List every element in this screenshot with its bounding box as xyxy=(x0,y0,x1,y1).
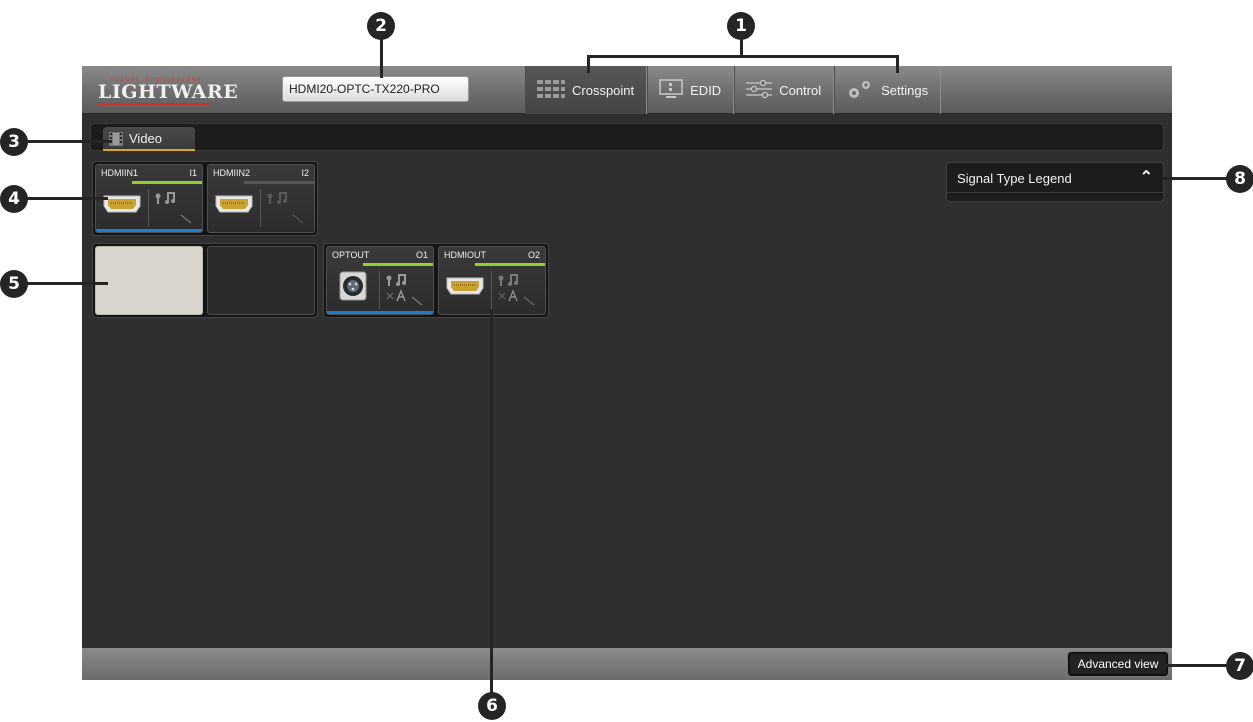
connected-indicator xyxy=(96,229,202,232)
input-port-hdmiin1[interactable]: HDMIIN1 I1 xyxy=(95,164,203,233)
signal-indicator xyxy=(363,263,433,266)
tab-control[interactable]: Control xyxy=(734,66,835,114)
tab-edid[interactable]: EDID xyxy=(647,66,735,114)
signal-indicator xyxy=(132,181,202,184)
port-id: I2 xyxy=(301,168,309,178)
connected-indicator xyxy=(327,311,433,314)
tab-control-label: Control xyxy=(779,82,822,98)
callout-7-marker: 7 xyxy=(1226,652,1253,680)
chevron-up-icon[interactable]: ⌃ xyxy=(1140,167,1153,187)
film-icon xyxy=(109,132,123,146)
logo-underline xyxy=(98,103,210,105)
port-id: O2 xyxy=(527,250,540,260)
gears-icon xyxy=(845,78,875,103)
signal-indicator xyxy=(475,263,545,266)
sliders-icon xyxy=(745,78,773,103)
main-nav: Crosspoint EDID Control Settings xyxy=(525,66,942,114)
port-divider xyxy=(379,271,380,309)
hdmi-connector-icon xyxy=(445,275,485,302)
callout-3-marker: 3 xyxy=(0,128,28,156)
callout-8-marker: 8 xyxy=(1226,165,1253,193)
legend-divider xyxy=(947,192,1163,193)
lightware-web-ui: visual engineering LIGHTWARE HDMI20-OPTC… xyxy=(82,66,1172,680)
legend-title: Signal Type Legend xyxy=(957,171,1072,186)
callout-4-marker: 4 xyxy=(0,185,28,213)
port-name: OPTOUT xyxy=(332,250,370,260)
output-port-hdmiout[interactable]: HDMIOUT O2 xyxy=(438,246,546,315)
port-id: O1 xyxy=(415,250,428,260)
empty-slot[interactable] xyxy=(207,246,315,315)
hdmi-connector-icon xyxy=(214,193,254,220)
empty-slot-selected[interactable] xyxy=(95,246,203,315)
device-name-label[interactable]: HDMI20-OPTC-TX220-PRO xyxy=(282,76,469,102)
port-divider xyxy=(491,271,492,309)
port-id: I1 xyxy=(189,168,197,178)
callout-5-line xyxy=(24,282,108,285)
port-divider xyxy=(148,189,149,227)
tab-crosspoint-label: Crosspoint xyxy=(572,82,635,98)
embedded-audio-icon xyxy=(154,189,194,230)
callout-6-stem xyxy=(490,310,493,694)
output-ports-group: OPTOUT O1 HDMIOUT O2 xyxy=(323,243,549,318)
callout-5-marker: 5 xyxy=(0,270,28,298)
port-name: HDMIIN1 xyxy=(101,168,139,178)
subtab-row: Video xyxy=(90,123,1164,151)
callout-8-line xyxy=(1162,177,1232,180)
logo-wordmark: LIGHTWARE xyxy=(98,81,239,103)
top-bar: visual engineering LIGHTWARE HDMI20-OPTC… xyxy=(82,66,1172,114)
port-name: HDMIOUT xyxy=(444,250,486,260)
callout-2-marker: 2 xyxy=(367,12,395,40)
input-ports-group: HDMIIN1 I1 HDMIIN2 I2 xyxy=(92,161,318,236)
monitor-icon xyxy=(658,78,684,103)
callout-6-marker: 6 xyxy=(478,692,506,720)
embedded-audio-icon xyxy=(266,189,306,230)
callout-3-line xyxy=(24,140,112,143)
tab-crosspoint[interactable]: Crosspoint xyxy=(525,66,648,114)
port-name: HDMIIN2 xyxy=(213,168,251,178)
callout-1-bracket xyxy=(587,55,899,58)
input-port-hdmiin2[interactable]: HDMIIN2 I2 xyxy=(207,164,315,233)
lightware-logo: visual engineering LIGHTWARE xyxy=(98,76,238,105)
tab-settings[interactable]: Settings xyxy=(834,66,942,114)
grid-icon xyxy=(536,78,566,103)
callout-1-bracket-right xyxy=(896,55,899,73)
hdmi-connector-icon xyxy=(102,193,142,220)
tab-video-label: Video xyxy=(129,131,163,146)
output-port-optout[interactable]: OPTOUT O1 xyxy=(326,246,434,315)
port-divider xyxy=(260,189,261,227)
optical-connector-icon xyxy=(339,271,367,306)
embedded-audio-icon xyxy=(385,271,425,312)
callout-2-stem xyxy=(380,34,383,78)
footer-bar: Advanced view xyxy=(82,648,1172,680)
callout-1-bracket-left xyxy=(587,55,590,73)
signal-indicator xyxy=(244,181,314,184)
advanced-view-button[interactable]: Advanced view xyxy=(1067,651,1169,677)
embedded-audio-icon xyxy=(497,271,537,312)
documentation-stage: visual engineering LIGHTWARE HDMI20-OPTC… xyxy=(0,0,1253,722)
tab-settings-label: Settings xyxy=(881,82,929,98)
signal-type-legend[interactable]: Signal Type Legend ⌃ xyxy=(946,162,1164,202)
tab-video[interactable]: Video xyxy=(103,127,195,151)
empty-slots-group xyxy=(92,243,318,318)
tab-edid-label: EDID xyxy=(690,82,722,98)
callout-1-marker: 1 xyxy=(727,12,755,40)
callout-7-line xyxy=(1164,664,1232,667)
callout-4-line xyxy=(24,197,108,200)
